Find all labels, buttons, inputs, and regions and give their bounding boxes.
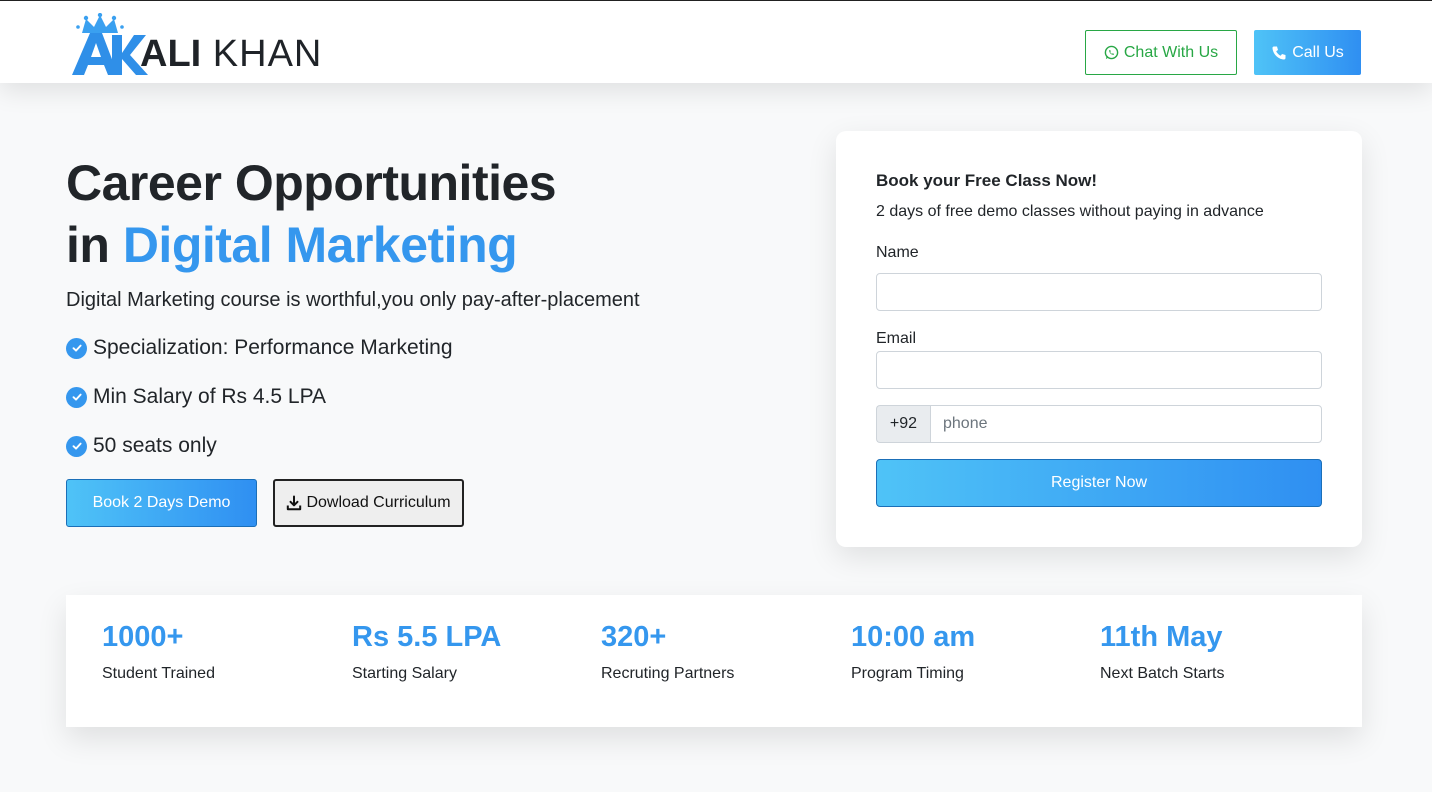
chat-with-us-label: Chat With Us — [1123, 43, 1219, 61]
name-label: Name — [876, 244, 919, 261]
stat-caption: Next Batch Starts — [1100, 665, 1225, 682]
register-now-label: Register Now — [1050, 474, 1148, 491]
register-now-button[interactable]: Register Now — [876, 459, 1322, 507]
stat-caption: Recruting Partners — [601, 665, 735, 682]
stat-caption: Student Trained — [102, 665, 215, 682]
stat-value: Rs 5.5 LPA — [352, 621, 502, 653]
phone-icon — [1272, 46, 1286, 60]
form-description: 2 days of free demo classes without payi… — [876, 203, 1264, 220]
brand-name: ALI KHAN — [140, 33, 322, 75]
stat-item: 1000+ Student Trained — [102, 619, 215, 683]
hero-title-accent: Digital Marketing — [122, 217, 518, 273]
chat-with-us-button[interactable]: Chat With Us — [1085, 30, 1237, 75]
check-circle-icon — [66, 386, 87, 408]
phone-input-group: +92 — [876, 405, 1322, 443]
download-curriculum-button[interactable]: Dowload Curriculum — [273, 479, 464, 527]
brand-name-bold: ALI — [140, 33, 202, 75]
call-us-button[interactable]: Call Us — [1254, 30, 1361, 75]
hero-title: Career Opportunities in Digital Marketin… — [66, 152, 766, 276]
stat-item: 320+ Recruting Partners — [601, 619, 734, 683]
site-header: ALI KHAN Chat With Us Call Us — [0, 1, 1432, 83]
phone-input[interactable] — [930, 405, 1322, 443]
feature-item: 50 seats only — [66, 432, 453, 460]
whatsapp-icon — [1104, 45, 1119, 60]
hero-title-line1: Career Opportunities — [66, 155, 557, 211]
check-circle-icon — [66, 337, 87, 359]
email-label: Email — [876, 330, 917, 347]
brand-name-regular-text: KHAN — [212, 33, 323, 75]
feature-item: Min Salary of Rs 4.5 LPA — [66, 383, 453, 411]
feature-item: Specialization: Performance Marketing — [66, 334, 453, 362]
email-input[interactable] — [876, 351, 1322, 389]
feature-text: Min Salary of Rs 4.5 LPA — [93, 385, 327, 408]
stat-item: 10:00 am Program Timing — [851, 619, 975, 683]
stat-value: 320+ — [601, 621, 667, 653]
hero-subtitle: Digital Marketing course is worthful,you… — [66, 289, 640, 311]
book-demo-button[interactable]: Book 2 Days Demo — [66, 479, 257, 527]
name-input[interactable] — [876, 273, 1322, 311]
download-curriculum-label: Dowload Curriculum — [306, 494, 451, 511]
feature-text: 50 seats only — [93, 434, 217, 457]
registration-form-card: Book your Free Class Now! 2 days of free… — [836, 131, 1362, 547]
stat-item: 11th May Next Batch Starts — [1100, 619, 1225, 683]
download-icon — [287, 495, 302, 511]
book-demo-label: Book 2 Days Demo — [92, 494, 231, 511]
brand-name-regular: KHAN — [201, 33, 322, 75]
stat-value: 1000+ — [102, 621, 184, 653]
stat-value: 10:00 am — [851, 621, 976, 653]
stat-item: Rs 5.5 LPA Starting Salary — [352, 619, 501, 683]
form-title: Book your Free Class Now! — [876, 171, 1098, 190]
stat-value: 11th May — [1100, 621, 1223, 653]
brand-logo[interactable]: ALI KHAN — [72, 13, 332, 75]
stats-bar: 1000+ Student Trained Rs 5.5 LPA Startin… — [66, 595, 1362, 727]
stat-caption: Starting Salary — [352, 665, 457, 682]
hero-title-line2-prefix: in — [66, 217, 123, 273]
stat-caption: Program Timing — [851, 665, 964, 682]
call-us-label: Call Us — [1292, 43, 1344, 61]
phone-country-code: +92 — [876, 405, 930, 443]
feature-text: Specialization: Performance Marketing — [93, 336, 453, 359]
check-circle-icon — [66, 435, 87, 457]
crown-icon — [72, 13, 148, 75]
feature-list: Specialization: Performance Marketing Mi… — [66, 334, 453, 481]
